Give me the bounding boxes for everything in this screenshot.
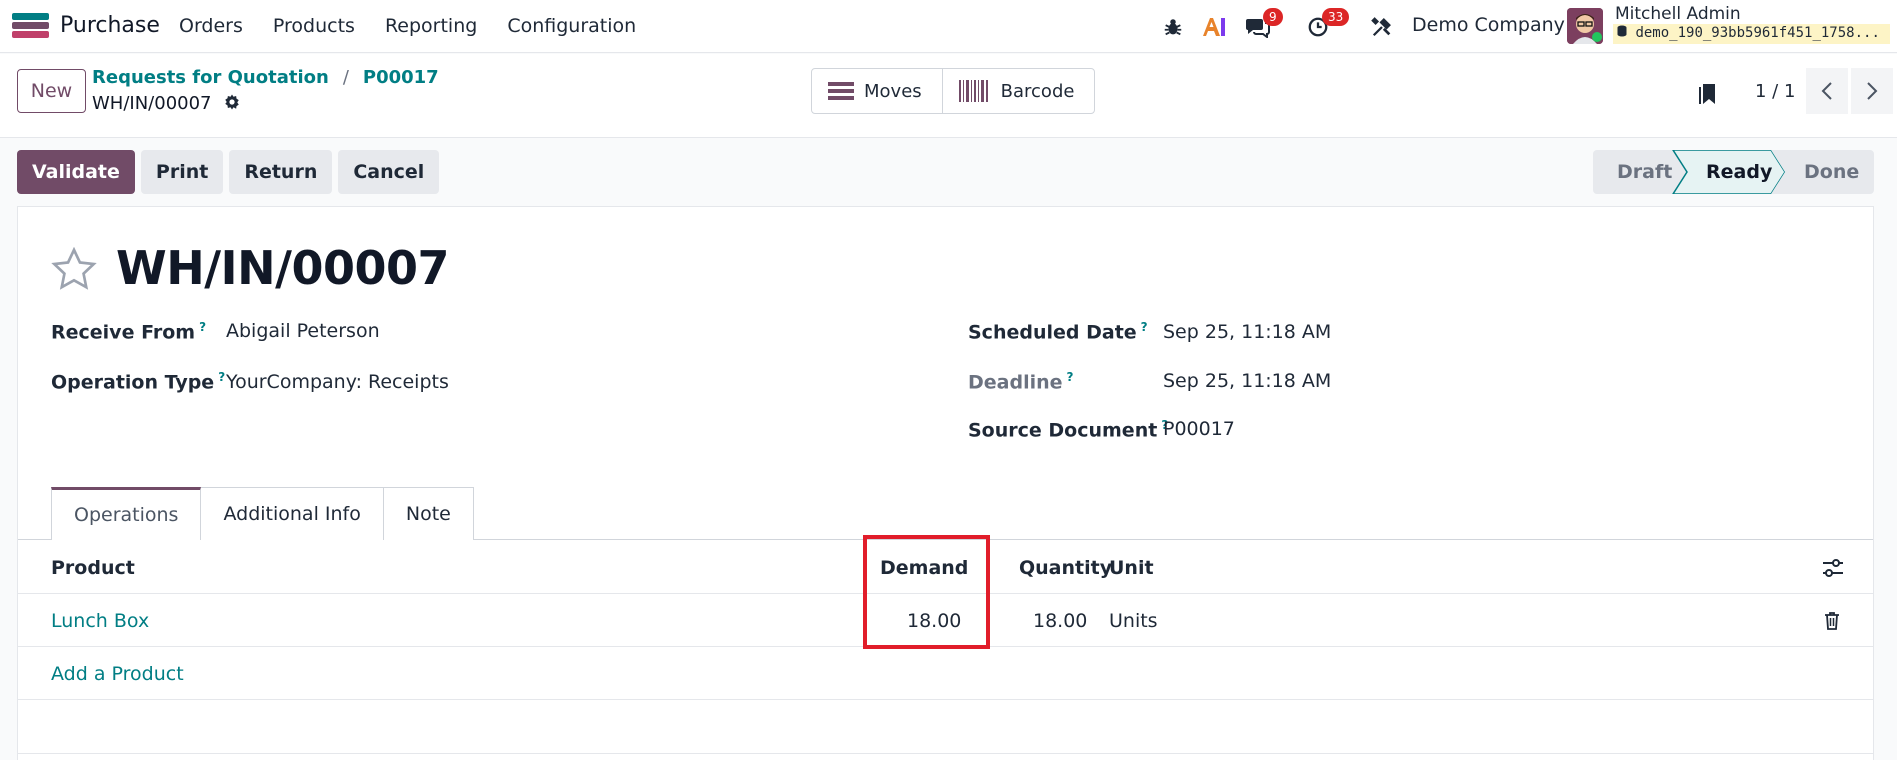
help-mark[interactable]: ?	[199, 320, 206, 334]
app-name[interactable]: Purchase	[60, 13, 160, 38]
source-document-label: Source Document?	[968, 418, 1168, 441]
pager-value[interactable]: 1 / 1	[1755, 81, 1795, 102]
scheduled-date-value[interactable]: Sep 25, 11:18 AM	[1163, 321, 1331, 343]
help-mark[interactable]: ?	[1141, 320, 1148, 334]
source-document-value[interactable]: P00017	[1163, 418, 1235, 440]
tools-icon[interactable]	[1371, 0, 1393, 53]
messages-badge: 9	[1263, 8, 1283, 26]
column-quantity[interactable]: Quantity	[1019, 557, 1112, 579]
operation-type-label-text: Operation Type	[51, 371, 215, 394]
deadline-label-text: Deadline	[968, 371, 1063, 394]
unit-cell[interactable]: Units	[1109, 610, 1158, 632]
record-name-text: WH/IN/00007	[92, 93, 212, 114]
receive-from-label: Receive From?	[51, 320, 206, 343]
top-navbar: Purchase Orders Products Reporting Confi…	[0, 0, 1897, 53]
smart-buttons: Moves Barcode	[811, 68, 1096, 114]
table-header: Product Demand Quantity Unit	[18, 541, 1873, 594]
barcode-button[interactable]: Barcode	[941, 69, 1095, 113]
database-tag: demo_190_93bb5961f451_1758...	[1613, 24, 1890, 44]
source-document-label-text: Source Document	[968, 419, 1158, 442]
column-unit[interactable]: Unit	[1109, 557, 1154, 579]
column-product[interactable]: Product	[51, 557, 135, 579]
stage-draft[interactable]: Draft	[1617, 150, 1672, 194]
record-title: WH/IN/00007	[116, 241, 450, 295]
notebook-tabs: Operations Additional Info Note	[51, 487, 474, 540]
user-avatar[interactable]	[1567, 8, 1603, 44]
trash-icon[interactable]	[1824, 611, 1840, 635]
operation-type-value[interactable]: YourCompany: Receipts	[226, 371, 449, 393]
receive-from-label-text: Receive From	[51, 321, 196, 344]
receive-from-value[interactable]: Abigail Peterson	[226, 320, 380, 342]
demand-cell[interactable]: 18.00	[907, 610, 961, 632]
barcode-icon	[958, 80, 988, 102]
tab-operations[interactable]: Operations	[51, 487, 202, 540]
ai-icon[interactable]	[1201, 0, 1227, 53]
breadcrumb-po[interactable]: P00017	[363, 67, 439, 88]
product-cell[interactable]: Lunch Box	[51, 610, 149, 632]
activities-icon[interactable]	[1307, 0, 1329, 53]
table-bottom-line	[18, 753, 1873, 754]
pager-previous-button[interactable]	[1806, 68, 1848, 114]
deadline-label: Deadline?	[968, 370, 1074, 393]
moves-label: Moves	[864, 80, 922, 102]
menu-orders[interactable]: Orders	[179, 15, 243, 37]
record-name: WH/IN/00007	[92, 93, 241, 114]
activities-badge: 33	[1322, 8, 1350, 26]
database-name: demo_190_93bb5961f451_1758...	[1635, 25, 1880, 41]
debug-icon[interactable]	[1162, 0, 1184, 53]
chevron-left-icon	[1821, 82, 1832, 100]
company-switcher[interactable]: Demo Company	[1412, 14, 1565, 36]
quantity-cell[interactable]: 18.00	[1033, 610, 1087, 632]
star-icon[interactable]	[51, 246, 97, 296]
stage-done[interactable]: Done	[1804, 150, 1859, 194]
operation-type-label: Operation Type?	[51, 370, 225, 393]
cancel-button[interactable]: Cancel	[338, 150, 440, 194]
purchase-app-icon[interactable]	[12, 13, 49, 39]
return-button[interactable]: Return	[229, 150, 333, 194]
list-icon	[828, 82, 854, 100]
scheduled-date-label-text: Scheduled Date	[968, 321, 1137, 344]
control-panel: New Requests for Quotation / P00017 WH/IN/…	[0, 54, 1897, 138]
add-product-link[interactable]: Add a Product	[51, 663, 184, 685]
chevron-right-icon	[1867, 82, 1878, 100]
gear-icon[interactable]	[223, 93, 241, 111]
breadcrumb-rfq[interactable]: Requests for Quotation	[92, 67, 329, 88]
menu-reporting[interactable]: Reporting	[385, 15, 477, 37]
action-buttons: Validate Print Return Cancel	[17, 150, 440, 194]
user-name[interactable]: Mitchell Admin	[1615, 4, 1741, 24]
moves-button[interactable]: Moves	[812, 69, 942, 113]
help-mark[interactable]: ?	[1067, 370, 1074, 384]
stage-ready[interactable]: Ready	[1706, 150, 1772, 194]
menu-products[interactable]: Products	[273, 15, 355, 37]
help-mark[interactable]: ?	[218, 370, 225, 384]
print-button[interactable]: Print	[140, 150, 224, 194]
barcode-label: Barcode	[1000, 80, 1075, 102]
optional-columns-icon[interactable]	[1822, 558, 1844, 583]
add-line-row: Add a Product	[18, 648, 1873, 700]
form-sheet: WH/IN/00007 Receive From? Abigail Peters…	[17, 206, 1874, 760]
bookmark-icon[interactable]	[1697, 82, 1719, 111]
tab-note[interactable]: Note	[383, 487, 474, 540]
tab-additional-info[interactable]: Additional Info	[201, 487, 384, 540]
main-menu: Orders Products Reporting Configuration	[179, 15, 636, 37]
database-icon	[1617, 25, 1627, 37]
new-button[interactable]: New	[17, 69, 86, 113]
deadline-value[interactable]: Sep 25, 11:18 AM	[1163, 370, 1331, 392]
menu-configuration[interactable]: Configuration	[507, 15, 636, 37]
table-row[interactable]: Lunch Box 18.00 18.00 Units	[18, 595, 1873, 647]
pager-next-button[interactable]	[1851, 68, 1893, 114]
scheduled-date-label: Scheduled Date?	[968, 320, 1148, 343]
breadcrumb: Requests for Quotation / P00017	[92, 67, 439, 88]
validate-button[interactable]: Validate	[17, 150, 135, 194]
column-demand[interactable]: Demand	[880, 557, 968, 579]
